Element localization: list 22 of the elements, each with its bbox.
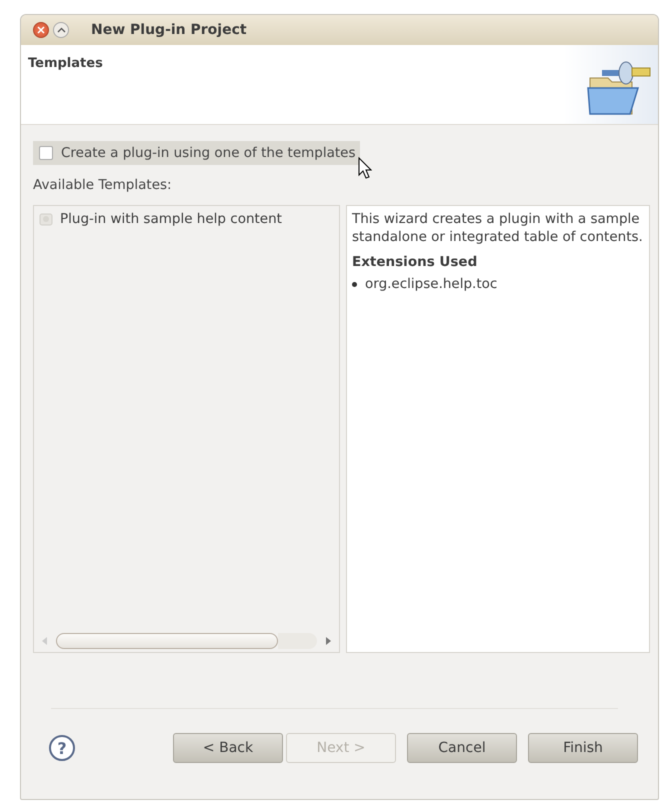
scroll-left-icon[interactable]	[42, 637, 48, 645]
close-icon	[37, 26, 45, 34]
scroll-right-icon[interactable]	[325, 637, 331, 645]
window-title: New Plug-in Project	[91, 22, 247, 38]
chevron-up-icon	[56, 27, 66, 33]
page-title: Templates	[28, 56, 103, 73]
scroll-thumb[interactable]	[56, 633, 278, 649]
mouse-cursor-icon	[358, 157, 372, 179]
template-item[interactable]: Plug-in with sample help content	[36, 210, 337, 228]
bullet-icon	[352, 282, 357, 286]
extensions-heading: Extensions Used	[352, 254, 478, 270]
description-text: This wizard creates a plugin with a sample standalone or integrated table of contents.	[352, 210, 644, 246]
maximize-button[interactable]	[53, 22, 69, 38]
help-button[interactable]: ?	[49, 735, 75, 761]
close-button[interactable]	[33, 22, 49, 38]
dialog-button[interactable]: Cancel	[407, 733, 517, 763]
dialog-button[interactable]: Finish	[528, 733, 638, 763]
checkbox[interactable]	[39, 146, 53, 160]
extension-item: org.eclipse.help.toc	[365, 276, 498, 292]
available-templates-label: Available Templates:	[33, 177, 173, 193]
plugin-icon	[38, 211, 54, 227]
dialog-button[interactable]: < Back	[173, 733, 283, 763]
